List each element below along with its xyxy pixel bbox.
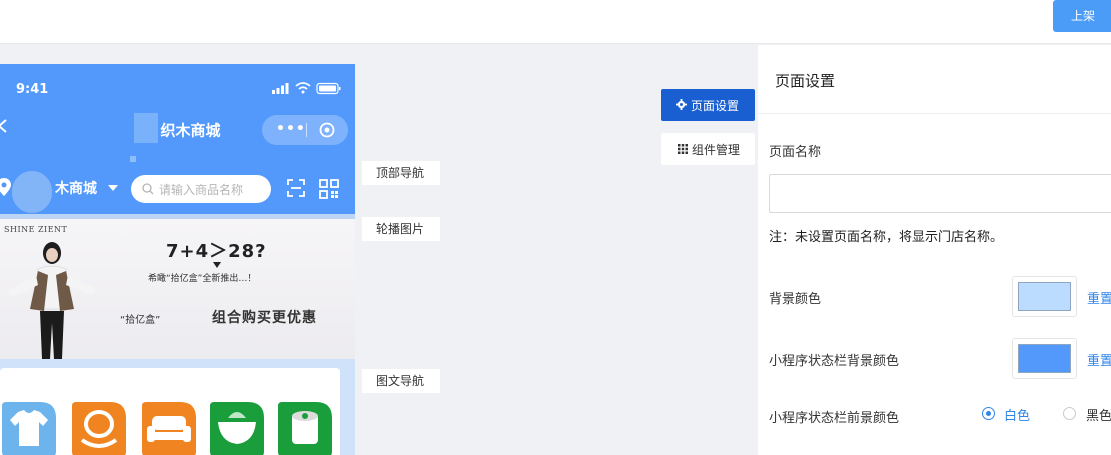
banner-equation: 7+4＞28? [166,241,267,262]
fg-white-label[interactable]: 白色 [1004,405,1030,424]
page-settings-label: 页面设置 [691,99,740,113]
component-tag-top-nav[interactable]: 顶部导航 [362,161,440,185]
bg-color-swatch [1018,282,1071,311]
shop-title-text: 织木商城 [160,121,221,140]
statusbar-bg-color-picker[interactable] [1012,338,1077,379]
page-name-label: 页面名称 [769,145,822,160]
fg-black-label[interactable]: 黑色 [1086,405,1111,424]
store-name-mask [12,171,52,213]
statusbar-fg-label: 小程序状态栏前景颜色 [769,411,900,426]
banner-tag: “拾亿盒” [120,315,161,326]
miniprogram-capsule[interactable]: ••• [262,115,348,145]
panel-title: 页面设置 [775,72,836,90]
publish-button[interactable]: 上架 [1053,0,1111,32]
bg-color-label: 背景颜色 [769,292,822,307]
search-input[interactable]: 请输入商品名称 [131,175,271,203]
more-dots-icon[interactable]: ••• [276,121,306,137]
search-icon [142,183,154,195]
carousel-banner[interactable]: SHINE ZIENT 7+4＞28? 希瞰“拾亿盒”全新推出…！ “拾亿盒” … [0,214,355,359]
banner-brand: SHINE ZIENT [4,225,68,234]
editor-canvas: 9:41 织木商城 ••• 木商城 请输入商品名称 SHINE ZIENT 7+… [0,45,758,455]
capsule-separator [306,123,307,137]
fg-black-radio[interactable] [1063,407,1076,420]
component-tag-image-text-nav[interactable]: 图文导航 [362,369,440,393]
bg-color-picker[interactable] [1012,276,1077,317]
page-name-note: 注：未设置页面名称，将显示门店名称。 [769,230,1004,245]
statusbar-bg-reset-link[interactable]: 重置 [1087,350,1111,369]
panel-divider [758,113,1111,114]
top-toolbar: 上架 [0,0,1111,44]
fg-white-radio[interactable] [982,407,995,420]
icon-nav-card [0,368,340,455]
phone-header[interactable]: 9:41 织木商城 ••• 木商城 请输入商品名称 [0,64,355,214]
tissue-roll-icon[interactable] [274,398,336,455]
component-manage-label: 组件管理 [692,143,741,157]
grid-icon [678,144,688,154]
bowl-icon[interactable] [206,398,268,455]
status-bar-icons [272,82,341,95]
gear-icon [676,99,687,110]
page-settings-button[interactable]: 页面设置 [661,89,755,121]
model-figure [8,242,96,359]
banner-image: SHINE ZIENT 7+4＞28? 希瞰“拾亿盒”全新推出…！ “拾亿盒” … [0,219,355,359]
settings-panel: 页面设置 页面名称 注：未设置页面名称，将显示门店名称。 背景颜色 重置 小程序… [758,45,1111,455]
statusbar-bg-label: 小程序状态栏背景颜色 [769,354,900,369]
title-mask [134,113,159,143]
status-time: 9:41 [16,82,49,97]
image-text-nav[interactable] [0,359,355,455]
arrow-down-icon [213,262,221,268]
mirror-icon[interactable] [68,398,130,455]
location-search-row: 木商城 请输入商品名称 [0,169,355,213]
search-placeholder: 请输入商品名称 [159,183,244,197]
tshirt-icon[interactable] [0,398,60,455]
component-manage-button[interactable]: 组件管理 [661,133,755,165]
location-pin-icon [0,178,11,196]
banner-headline: 组合购买更优惠 [212,310,317,326]
store-name[interactable]: 木商城 [55,178,97,198]
qr-code-icon[interactable] [319,179,339,199]
chevron-down-icon[interactable] [108,185,118,191]
decor-mark [130,156,136,162]
bg-color-reset-link[interactable]: 重置 [1087,288,1111,307]
page-name-input[interactable] [769,174,1111,213]
statusbar-bg-swatch [1018,344,1071,373]
scan-icon[interactable] [287,179,305,197]
banner-subtitle: 希瞰“拾亿盒”全新推出…！ [148,274,257,284]
sofa-icon[interactable] [138,398,200,455]
phone-preview: 9:41 织木商城 ••• 木商城 请输入商品名称 SHINE ZIENT 7+… [0,64,355,455]
component-tag-carousel[interactable]: 轮播图片 [362,217,440,241]
close-target-icon[interactable] [319,122,335,138]
